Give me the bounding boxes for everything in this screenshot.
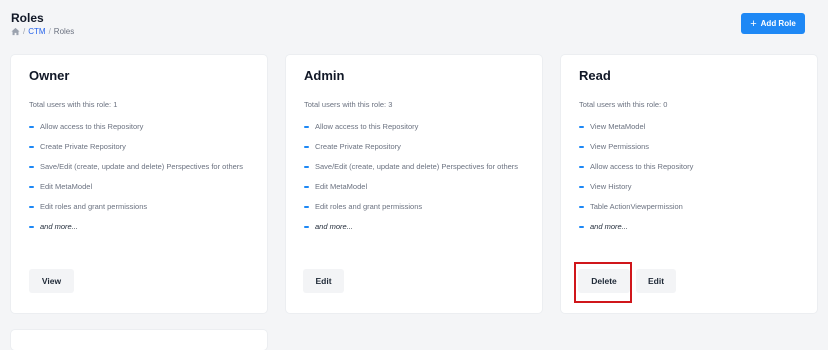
edit-button[interactable]: Edit — [303, 269, 344, 293]
breadcrumb: / CTM / Roles — [11, 27, 74, 36]
bullet-icon — [579, 226, 584, 228]
bullet-icon — [304, 226, 309, 228]
role-title: Read — [579, 68, 611, 83]
role-title: Owner — [29, 68, 70, 83]
permission-item: Edit MetaModel — [29, 181, 249, 193]
role-title: Admin — [304, 68, 345, 83]
permission-item: Allow access to this Repository — [304, 121, 524, 133]
permission-list: Allow access to this Repository Create P… — [304, 121, 524, 241]
permission-list: Allow access to this Repository Create P… — [29, 121, 249, 241]
plus-icon: + — [750, 17, 757, 30]
bullet-icon — [29, 206, 34, 208]
bullet-icon — [304, 166, 309, 168]
permission-item: Allow access to this Repository — [579, 161, 799, 173]
view-button[interactable]: View — [29, 269, 74, 293]
add-role-label: Add Role — [760, 19, 796, 28]
bullet-icon — [29, 146, 34, 148]
add-role-button[interactable]: + Add Role — [741, 13, 805, 34]
role-card-owner: Owner Total users with this role: 1 Allo… — [11, 55, 267, 313]
bullet-icon — [579, 146, 584, 148]
bullet-icon — [579, 166, 584, 168]
role-card-admin: Admin Total users with this role: 3 Allo… — [286, 55, 542, 313]
permission-item: Edit roles and grant permissions — [29, 201, 249, 213]
role-user-count: Total users with this role: 0 — [579, 100, 668, 109]
highlight-box — [574, 262, 632, 303]
permission-item: Create Private Repository — [304, 141, 524, 153]
bullet-icon — [29, 166, 34, 168]
bullet-icon — [29, 126, 34, 128]
bullet-icon — [304, 206, 309, 208]
permission-more: and more... — [29, 221, 249, 233]
role-card-partial — [11, 330, 267, 350]
permission-more: and more... — [579, 221, 799, 233]
page-header: Roles / CTM / Roles + Add Role — [0, 0, 828, 46]
permission-item: View Permissions — [579, 141, 799, 153]
permission-more: and more... — [304, 221, 524, 233]
page-title: Roles — [11, 11, 44, 25]
role-user-count: Total users with this role: 1 — [29, 100, 118, 109]
home-icon[interactable] — [11, 27, 20, 36]
breadcrumb-current: Roles — [53, 27, 75, 36]
bullet-icon — [579, 126, 584, 128]
permission-item: View MetaModel — [579, 121, 799, 133]
permission-item: Edit roles and grant permissions — [304, 201, 524, 213]
permission-item: Table ActionViewpermission — [579, 201, 799, 213]
breadcrumb-separator: / — [23, 27, 26, 36]
permission-item: Save/Edit (create, update and delete) Pe… — [29, 161, 249, 173]
permission-item: Create Private Repository — [29, 141, 249, 153]
bullet-icon — [304, 146, 309, 148]
bullet-icon — [579, 186, 584, 188]
breadcrumb-separator: / — [48, 27, 51, 36]
bullet-icon — [304, 186, 309, 188]
bullet-icon — [29, 186, 34, 188]
bullet-icon — [579, 206, 584, 208]
role-user-count: Total users with this role: 3 — [304, 100, 393, 109]
breadcrumb-link-ctm[interactable]: CTM — [28, 27, 45, 36]
bullet-icon — [29, 226, 34, 228]
permission-item: View History — [579, 181, 799, 193]
edit-button[interactable]: Edit — [636, 269, 676, 293]
permission-item: Allow access to this Repository — [29, 121, 249, 133]
permission-list: View MetaModel View Permissions Allow ac… — [579, 121, 799, 241]
permission-item: Edit MetaModel — [304, 181, 524, 193]
permission-item: Save/Edit (create, update and delete) Pe… — [304, 161, 524, 173]
bullet-icon — [304, 126, 309, 128]
